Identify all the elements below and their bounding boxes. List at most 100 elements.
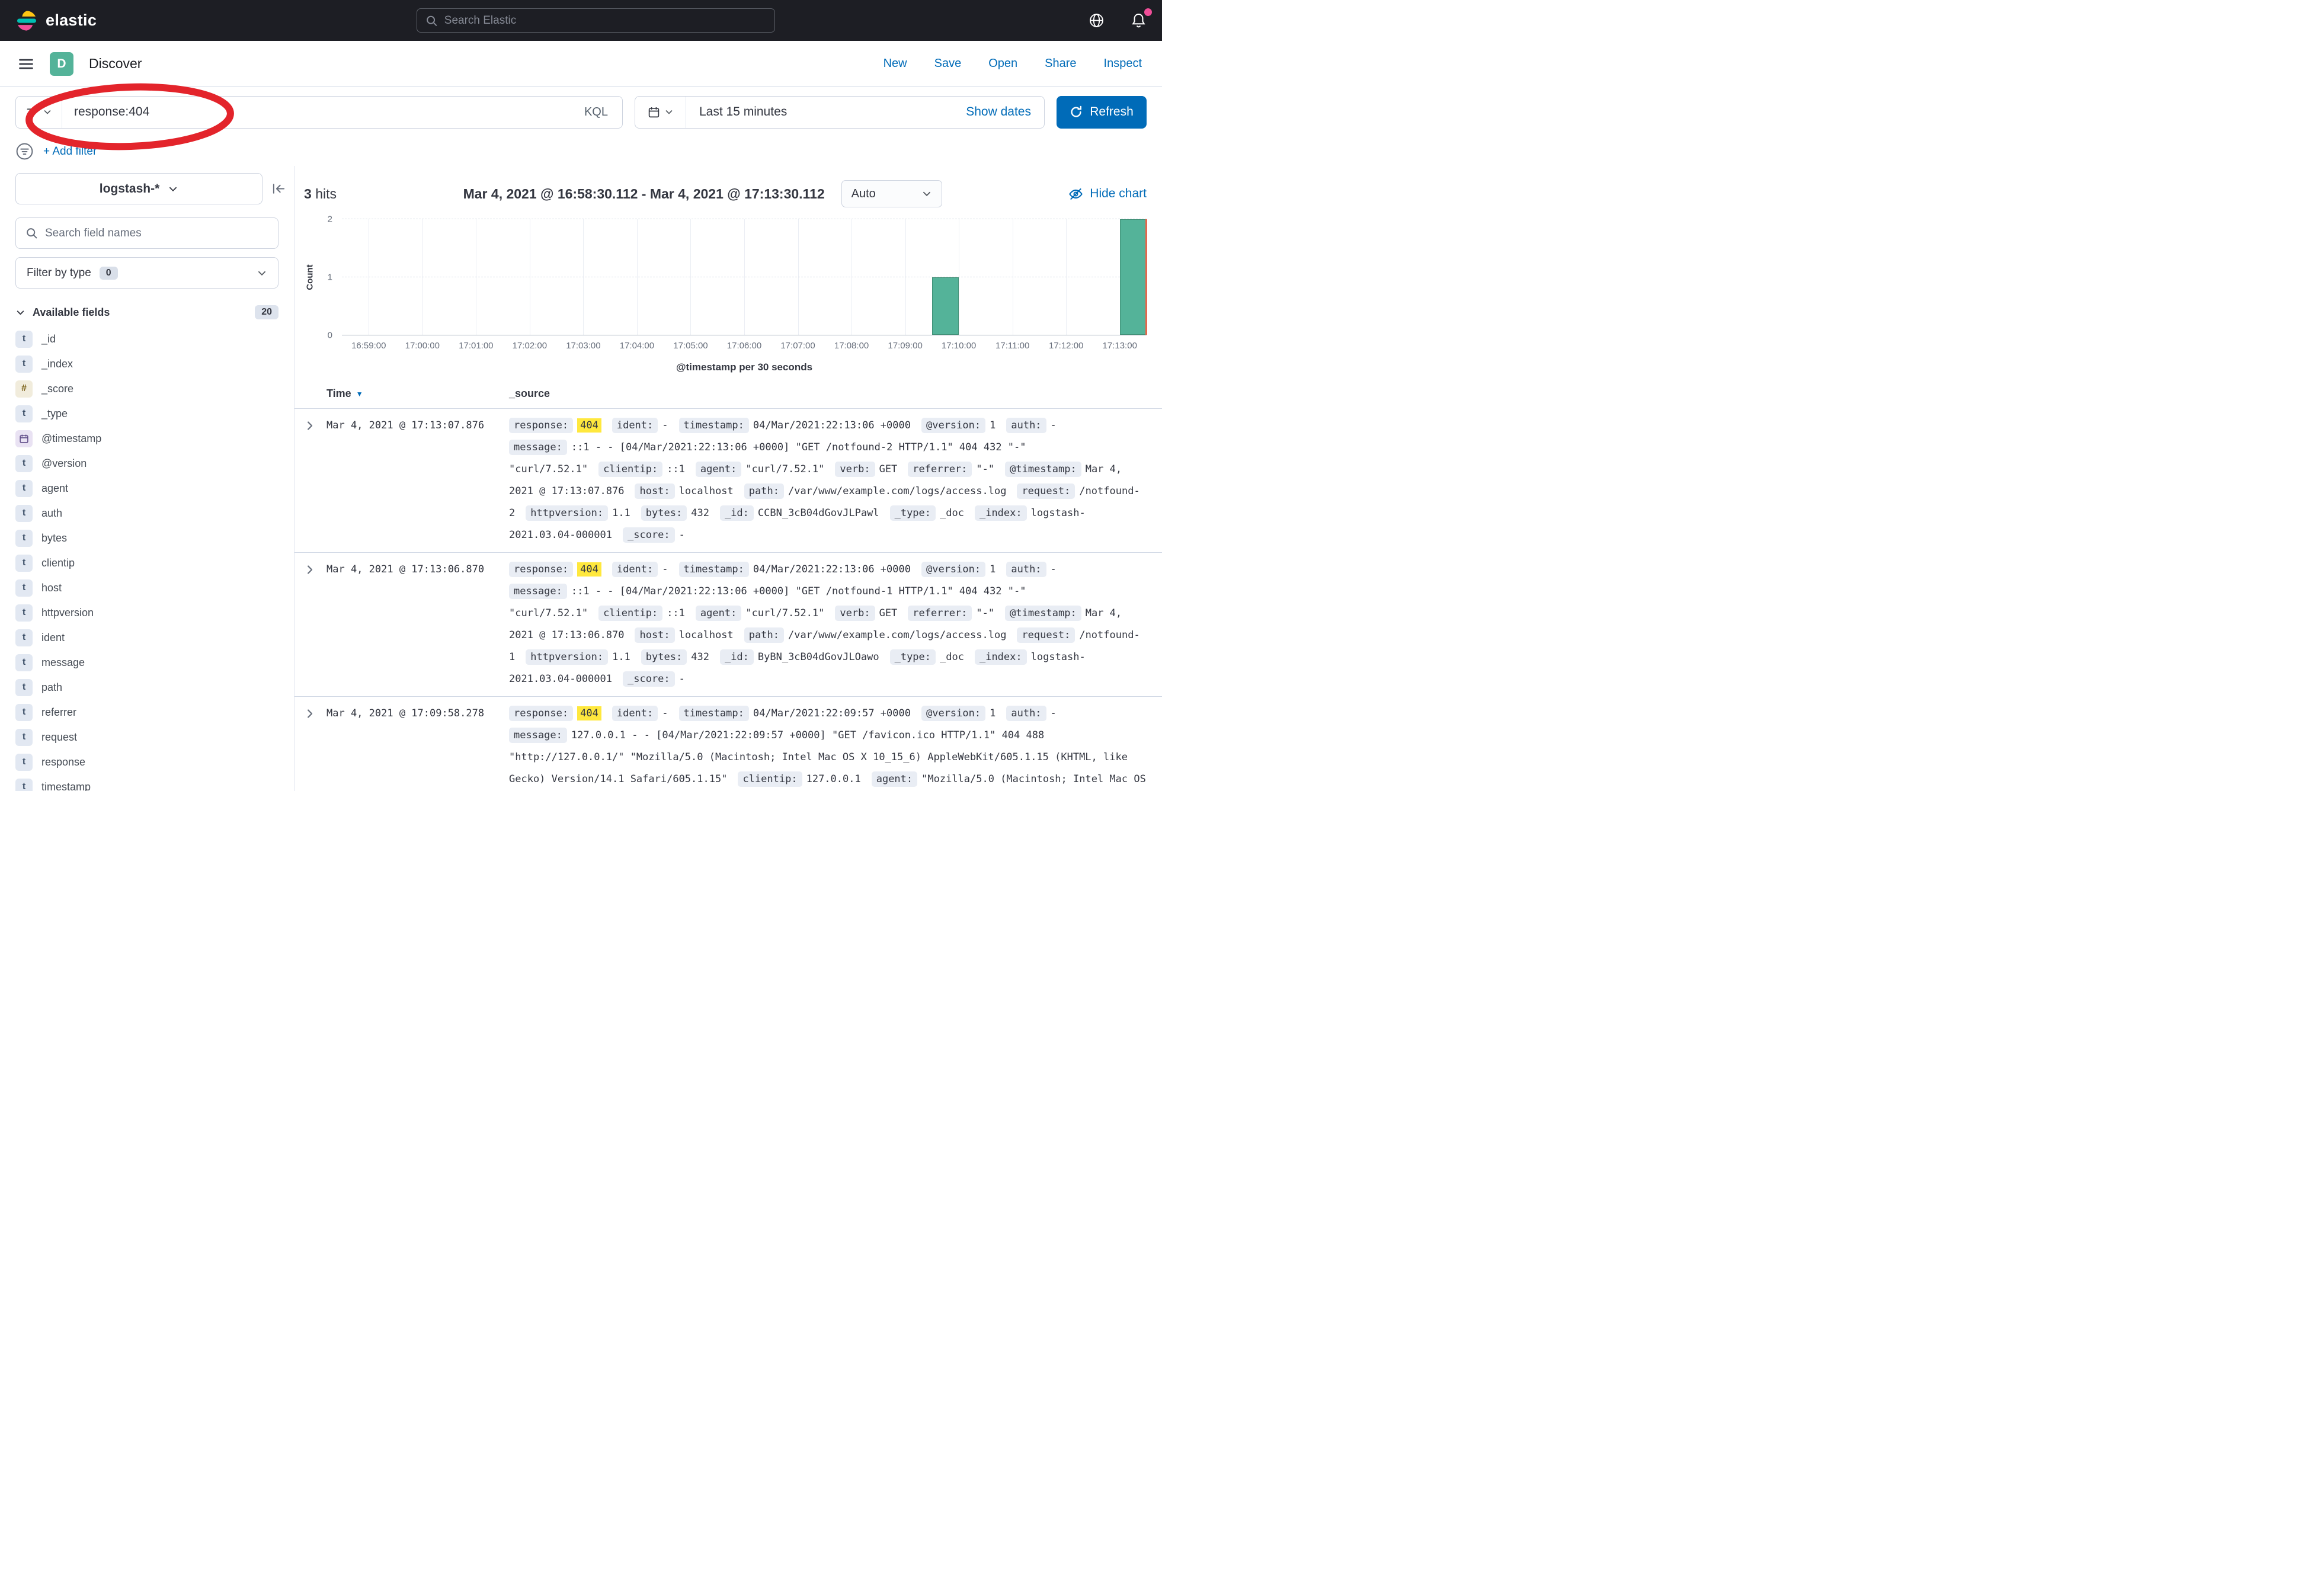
field-type-string-icon: t (15, 455, 33, 472)
expand-row-button[interactable] (300, 564, 318, 575)
field-item-ident[interactable]: tident (0, 625, 294, 650)
source-field-value: 04/Mar/2021:22:13:06 +0000 (753, 419, 911, 431)
elastic-home-link[interactable]: elastic (15, 9, 97, 32)
time-range-value[interactable]: Last 15 minutes (686, 105, 953, 119)
current-time-marker (1145, 219, 1147, 335)
chart-bar[interactable] (1120, 219, 1147, 335)
field-item-auth[interactable]: tauth (0, 501, 294, 526)
date-picker-calendar-button[interactable] (635, 97, 686, 128)
field-item-clientip[interactable]: tclientip (0, 550, 294, 575)
query-input[interactable] (62, 105, 570, 119)
query-bar: KQL Last 15 minutes Show dates Refresh (0, 87, 1162, 137)
field-item-request[interactable]: trequest (0, 725, 294, 750)
content: logstash-* Filter by type 0 Available fi… (0, 166, 1162, 791)
field-type-string-icon: t (15, 331, 33, 348)
discover-main: 3 hits Mar 4, 2021 @ 16:58:30.112 - Mar … (294, 166, 1162, 791)
field-item-timestamp[interactable]: ttimestamp (0, 774, 294, 791)
source-field-key: message: (509, 584, 567, 599)
row-source: response:404ident:-timestamp:04/Mar/2021… (509, 559, 1147, 690)
field-item-timestamp[interactable]: @timestamp (0, 426, 294, 451)
field-item-id[interactable]: t_id (0, 326, 294, 351)
alerts-bell-icon[interactable] (1131, 12, 1147, 28)
field-type-string-icon: t (15, 405, 33, 422)
source-field-value: ::1 (667, 607, 685, 619)
field-item-path[interactable]: tpath (0, 675, 294, 700)
source-field-value: - (1051, 419, 1057, 431)
share-button[interactable]: Share (1045, 57, 1076, 71)
new-button[interactable]: New (883, 57, 907, 71)
interval-select[interactable]: Auto (841, 180, 942, 207)
saved-query-menu-button[interactable] (16, 97, 62, 128)
circled-filter-icon[interactable] (15, 142, 34, 161)
row-time: Mar 4, 2021 @ 17:13:07.876 (326, 415, 509, 437)
chart-x-tick: 17:10:00 (942, 341, 976, 351)
table-row: Mar 4, 2021 @ 17:09:58.278response:404id… (294, 697, 1162, 791)
field-item-version[interactable]: t@version (0, 451, 294, 476)
field-item-bytes[interactable]: tbytes (0, 526, 294, 550)
field-type-string-icon: t (15, 505, 33, 522)
chart-bar[interactable] (932, 277, 959, 335)
global-search-input[interactable] (444, 14, 766, 27)
field-name: response (41, 756, 85, 768)
field-item-index[interactable]: t_index (0, 351, 294, 376)
field-item-referrer[interactable]: treferrer (0, 700, 294, 725)
field-item-message[interactable]: tmessage (0, 650, 294, 675)
source-field-key: @timestamp: (1005, 462, 1081, 477)
field-name: clientip (41, 557, 75, 569)
global-search[interactable] (417, 8, 775, 33)
source-field-value: - (662, 419, 668, 431)
field-name: host (41, 582, 62, 594)
hide-chart-button[interactable]: Hide chart (1068, 187, 1147, 201)
field-item-score[interactable]: #_score (0, 376, 294, 401)
source-field-key: timestamp: (679, 418, 749, 433)
chart-x-tick: 17:03:00 (566, 341, 600, 351)
field-search[interactable] (15, 217, 279, 249)
open-button[interactable]: Open (988, 57, 1017, 71)
chart-gridline (690, 219, 691, 335)
source-field-value: localhost (679, 485, 734, 497)
filter-by-type-select[interactable]: Filter by type 0 (15, 257, 279, 289)
source-field-value: 404 (577, 418, 601, 433)
available-fields-header[interactable]: Available fields 20 (0, 289, 294, 326)
source-field-value: 04/Mar/2021:22:09:57 +0000 (753, 707, 911, 719)
globe-icon[interactable] (1089, 12, 1105, 28)
chevron-down-icon (15, 308, 25, 318)
source-field-key: clientip: (738, 771, 802, 787)
chart-x-tick: 17:09:00 (888, 341, 922, 351)
appbar-actions: New Save Open Share Inspect (883, 57, 1144, 71)
refresh-button[interactable]: Refresh (1057, 96, 1147, 129)
chevron-down-icon (168, 184, 178, 194)
collapse-sidebar-icon[interactable] (270, 180, 288, 198)
source-field-key: response: (509, 706, 573, 721)
menu-icon[interactable] (18, 56, 34, 72)
chevron-down-icon (921, 188, 932, 199)
source-field-value: - (662, 707, 668, 719)
chart-x-tick: 17:00:00 (405, 341, 440, 351)
source-field-key: path: (744, 483, 784, 499)
field-name: request (41, 731, 77, 744)
field-item-response[interactable]: tresponse (0, 750, 294, 774)
query-language-button[interactable]: KQL (570, 105, 622, 119)
source-field-value: - (1051, 707, 1057, 719)
source-field-value: 127.0.0.1 (806, 773, 861, 785)
source-field-value: localhost (679, 629, 734, 641)
field-type-string-icon: t (15, 604, 33, 622)
source-field-key: auth: (1006, 562, 1046, 577)
show-dates-button[interactable]: Show dates (953, 105, 1044, 119)
inspect-button[interactable]: Inspect (1104, 57, 1142, 71)
index-pattern-select[interactable]: logstash-* (15, 173, 263, 204)
save-button[interactable]: Save (934, 57, 962, 71)
field-item-httpversion[interactable]: thttpversion (0, 600, 294, 625)
row-source: response:404ident:-timestamp:04/Mar/2021… (509, 415, 1147, 546)
field-item-host[interactable]: thost (0, 575, 294, 600)
field-name: timestamp (41, 781, 91, 792)
expand-row-button[interactable] (300, 420, 318, 431)
column-header-time[interactable]: Time ▼ (326, 388, 509, 400)
source-field-value: 1.1 (612, 507, 630, 519)
field-search-input[interactable] (45, 227, 268, 240)
field-item-type[interactable]: t_type (0, 401, 294, 426)
source-field-key: @version: (921, 418, 985, 433)
add-filter-button[interactable]: + Add filter (43, 145, 97, 158)
expand-row-button[interactable] (300, 708, 318, 719)
field-item-agent[interactable]: tagent (0, 476, 294, 501)
